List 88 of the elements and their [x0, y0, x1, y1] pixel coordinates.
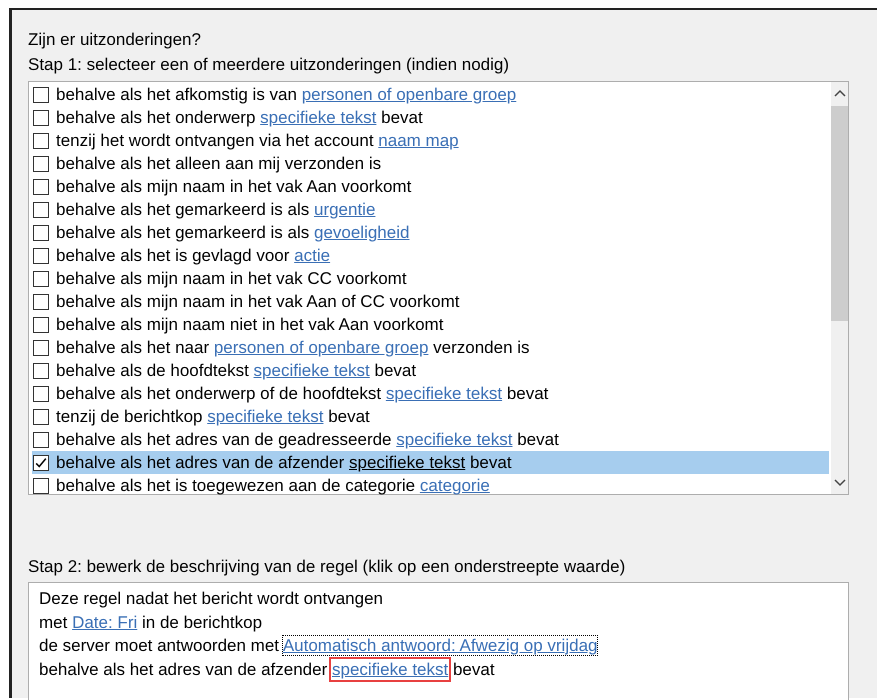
rule-text: behalve als het is toegewezen aan de categorie: [56, 476, 416, 494]
rule-text: verzonden is: [433, 338, 530, 356]
rule-text: tenzij de berichtkop: [56, 406, 202, 426]
checkbox[interactable]: [33, 432, 49, 448]
value-link[interactable]: urgentie: [314, 200, 376, 218]
checkbox[interactable]: [33, 86, 49, 102]
rule-text: bevat: [452, 660, 495, 678]
checkbox[interactable]: [33, 156, 49, 172]
exception-item[interactable]: behalve als mijn naam in het vak Aan of CC voorkomt: [32, 290, 829, 313]
rule-text: behalve als het onderwerp of de hoofdtekst: [56, 384, 382, 402]
rule-text: behalve als het is gevlagd voor: [56, 246, 290, 264]
checkbox[interactable]: [33, 386, 49, 402]
value-link[interactable]: specifieke tekst: [349, 452, 466, 472]
rule-text: behalve als het afkomstig is van: [56, 84, 297, 104]
exception-item[interactable]: behalve als de hoofdtekst specifieke tekst bevat: [32, 359, 829, 382]
rule-text: behalve als mijn naam niet in het vak Aan voorkomt: [56, 314, 444, 334]
rule-text: behalve als het adres van de geadresseerde: [56, 430, 392, 448]
rule-text: behalve als de hoofdtekst: [56, 360, 249, 380]
checkbox[interactable]: [33, 110, 49, 126]
value-link[interactable]: Date: Fri: [72, 612, 138, 632]
rule-text: bevat: [328, 406, 370, 426]
scrollbar-thumb[interactable]: [831, 106, 848, 321]
checkbox[interactable]: [33, 202, 49, 218]
exception-item[interactable]: behalve als het gemarkeerd is als urgentie: [32, 198, 829, 221]
step-label: Stap 1: selecteer een of meerdere uitzonderingen (indien nodig): [28, 54, 510, 76]
exception-item[interactable]: behalve als het gemarkeerd is als gevoeligheid: [32, 221, 829, 244]
value-link[interactable]: categorie: [420, 476, 490, 494]
checkbox[interactable]: [33, 132, 49, 148]
rule-text: met: [39, 612, 68, 632]
rule-text: behalve als mijn naam in het vak CC voorkomt: [56, 268, 407, 288]
rule-text: bevat: [374, 360, 416, 380]
exception-item[interactable]: tenzij het wordt ontvangen via het account naam map: [32, 129, 829, 152]
rule-text: behalve als mijn naam in het vak Aan voorkomt: [56, 176, 412, 196]
checkbox[interactable]: [33, 270, 49, 286]
rule-text: behalve als het naar: [56, 338, 210, 356]
rule-text: behalve als het adres van de afzender: [39, 660, 328, 678]
checkbox[interactable]: [33, 316, 49, 332]
rule-text: behalve als het gemarkeerd is als: [56, 200, 310, 218]
exception-item[interactable]: behalve als het onderwerp specifieke tekst bevat: [32, 106, 829, 129]
checkbox[interactable]: [33, 340, 49, 356]
rule-text: behalve als het gemarkeerd is als: [56, 222, 310, 242]
checkbox[interactable]: [33, 454, 49, 470]
step-label: Stap 2: bewerk de beschrijving van de regel (klik op een onderstreepte waarde): [28, 556, 626, 578]
checkbox[interactable]: [33, 224, 49, 240]
exception-item[interactable]: behalve als het adres van de afzender specifieke tekst bevat: [32, 451, 829, 474]
value-link[interactable]: specifieke tekst: [207, 406, 324, 426]
checkbox[interactable]: [33, 248, 49, 264]
value-link[interactable]: actie: [294, 246, 330, 264]
exception-item[interactable]: behalve als mijn naam in het vak CC voorkomt: [32, 267, 829, 290]
question-label: Zijn er uitzonderingen?: [28, 29, 201, 51]
value-link[interactable]: specifieke tekst: [254, 360, 370, 380]
value-link[interactable]: specifieke tekst: [396, 430, 512, 448]
value-link[interactable]: Automatisch antwoord: Afwezig op vrijdag: [282, 636, 598, 655]
exception-item[interactable]: behalve als het naar personen of openbare groep verzonden is: [32, 336, 829, 359]
checkbox[interactable]: [33, 178, 49, 194]
exception-item[interactable]: behalve als het alleen aan mij verzonden is: [32, 152, 829, 175]
rule-text: behalve als het onderwerp: [56, 108, 256, 126]
exception-item[interactable]: behalve als het afkomstig is van personen of openbare groep: [32, 83, 829, 106]
checkbox[interactable]: [33, 294, 49, 310]
exception-item[interactable]: behalve als het is toegewezen aan de categorie categorie: [32, 474, 829, 497]
value-link[interactable]: naam map: [378, 130, 459, 150]
rule-text: bevat: [517, 430, 559, 448]
scrollbar[interactable]: [831, 82, 848, 494]
value-link[interactable]: personen of openbare groep: [214, 338, 428, 356]
rule-text: tenzij het wordt ontvangen via het account: [56, 130, 374, 150]
value-link[interactable]: gevoeligheid: [314, 222, 410, 242]
checkbox[interactable]: [33, 408, 49, 424]
rule-text: Deze regel nadat het bericht wordt ontvangen: [39, 589, 384, 608]
value-link[interactable]: specifieke tekst: [260, 108, 376, 126]
exception-item[interactable]: behalve als het adres van de geadresseerde specifieke tekst bevat: [32, 428, 829, 451]
checkbox[interactable]: [33, 362, 49, 378]
exception-item[interactable]: behalve als het is gevlagd voor actie: [32, 244, 829, 267]
rule-text: bevat: [470, 452, 512, 472]
rule-text: behalve als mijn naam in het vak Aan of CC voorkomt: [56, 292, 460, 310]
value-link[interactable]: specifieke tekst: [386, 384, 502, 402]
value-link[interactable]: personen of openbare groep: [302, 84, 516, 104]
rule-text: bevat: [506, 384, 548, 402]
exception-item[interactable]: tenzij de berichtkop specifieke tekst bevat: [32, 405, 829, 428]
exception-item[interactable]: behalve als mijn naam niet in het vak Aan voorkomt: [32, 313, 829, 336]
rule-text: in de berichtkop: [142, 612, 262, 632]
rule-text: behalve als het adres van de afzender: [56, 452, 344, 472]
value-link[interactable]: specifieke tekst: [332, 660, 448, 678]
checkbox[interactable]: [33, 478, 49, 494]
rule-text: bevat: [381, 108, 423, 126]
exception-item[interactable]: behalve als mijn naam in het vak Aan voorkomt: [32, 175, 829, 198]
exception-item[interactable]: behalve als het onderwerp of de hoofdtekst specifieke tekst bevat: [32, 382, 829, 405]
rule-text: de server moet antwoorden met: [39, 636, 280, 655]
rule-text: behalve als het alleen aan mij verzonden is: [56, 154, 382, 172]
